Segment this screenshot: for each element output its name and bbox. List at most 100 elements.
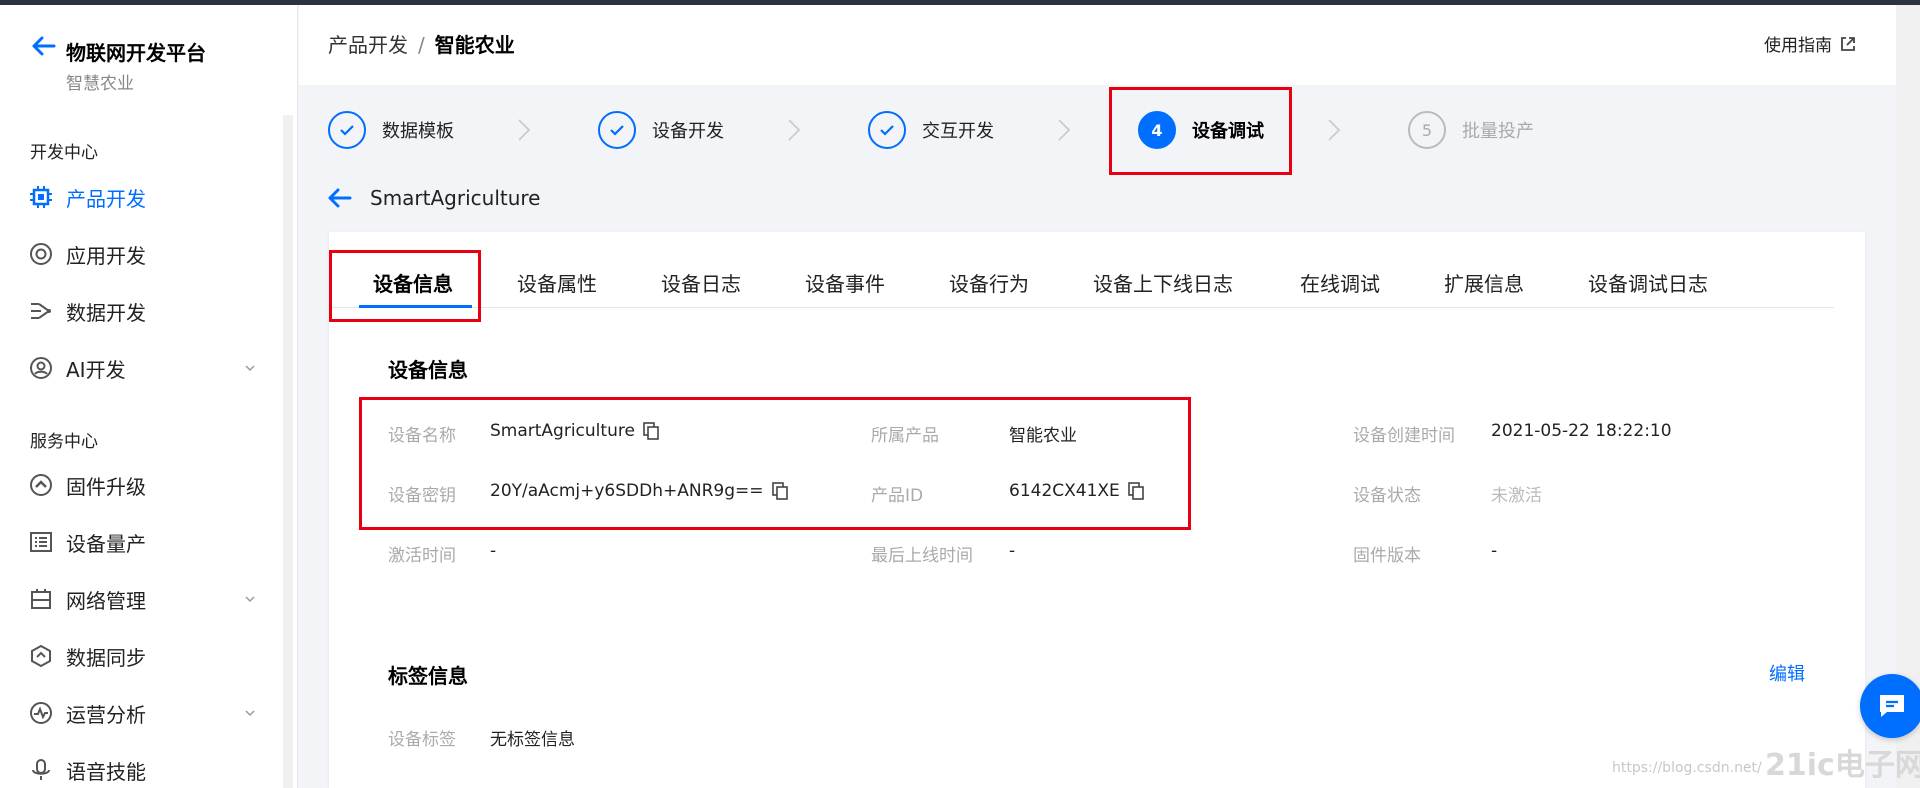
value-text: 2021-05-22 18:22:10: [1491, 421, 1672, 441]
step-label: 交互开发: [922, 121, 994, 142]
edit-tags-button[interactable]: 编辑: [1769, 660, 1805, 686]
sidebar-item-voice[interactable]: 语音技能: [28, 750, 256, 788]
tab-device-events[interactable]: 设备事件: [805, 268, 885, 297]
check-icon: [868, 111, 906, 149]
label-activation-time: 激活时间: [388, 546, 456, 566]
sidebar-item-ai-dev[interactable]: AI开发: [28, 348, 256, 388]
step-label: 数据模板: [382, 121, 454, 142]
label-device-status: 设备状态: [1353, 486, 1421, 506]
sidebar-item-label: 网络管理: [66, 588, 146, 613]
check-icon: [598, 111, 636, 149]
highlight-box-step: [1109, 87, 1292, 175]
sidebar-item-data-sync[interactable]: 数据同步: [28, 636, 256, 676]
breadcrumb-parent[interactable]: 产品开发: [328, 33, 408, 57]
breadcrumb-separator: /: [418, 33, 425, 57]
label-last-online-time: 最后上线时间: [871, 546, 973, 566]
value-last-online-time: -: [1009, 541, 1015, 561]
analytics-icon: [28, 700, 54, 726]
back-arrow-icon[interactable]: [326, 187, 352, 209]
watermark-logo: 21ic电子网: [1765, 748, 1920, 783]
guide-link[interactable]: 使用指南: [1764, 31, 1856, 56]
value-text: -: [490, 541, 497, 561]
tab-device-actions[interactable]: 设备行为: [949, 268, 1029, 297]
value-activation-time: -: [490, 541, 496, 561]
step-number: 5: [1408, 111, 1446, 149]
sidebar-item-label: 数据同步: [66, 645, 146, 670]
step-device-dev[interactable]: 设备开发: [598, 110, 724, 150]
chevron-right-icon: [1328, 119, 1341, 141]
tab-bar: 设备信息 设备属性 设备日志 设备事件 设备行为 设备上下线日志 在线调试 扩展…: [329, 266, 1834, 308]
sidebar-item-firmware[interactable]: 固件升级: [28, 465, 256, 505]
step-bar: 数据模板 设备开发 交互开发 4 设备调试 5 批量投产: [299, 85, 1896, 175]
status-badge: 未激活: [1491, 486, 1542, 506]
chat-icon: [1880, 695, 1904, 717]
value-created-time: 2021-05-22 18:22:10: [1491, 421, 1672, 441]
sidebar-item-network[interactable]: 网络管理: [28, 579, 256, 619]
step-label: 批量投产: [1462, 121, 1534, 142]
chevron-down-icon: [245, 365, 255, 372]
value-text: -: [1491, 541, 1498, 561]
breadcrumb: 产品开发 / 智能农业: [328, 29, 515, 58]
sidebar-item-label: 应用开发: [66, 243, 146, 268]
tab-debug-logs[interactable]: 设备调试日志: [1588, 268, 1708, 297]
chevron-down-icon: [245, 596, 255, 603]
check-icon: [328, 111, 366, 149]
network-icon: [28, 586, 54, 612]
value-device-tags: 无标签信息: [490, 725, 575, 750]
sidebar-item-data-dev[interactable]: 数据开发: [28, 291, 256, 331]
sidebar-item-label: 产品开发: [66, 186, 146, 211]
section-service-center: 服务中心: [30, 432, 98, 452]
chat-button[interactable]: [1860, 674, 1920, 738]
chevron-down-icon: [245, 710, 255, 717]
sidebar-item-label: 语音技能: [66, 759, 146, 784]
sync-icon: [28, 643, 54, 669]
value-text: 无标签信息: [490, 730, 575, 750]
sidebar-item-analytics[interactable]: 运营分析: [28, 693, 256, 733]
sidebar-item-label: 固件升级: [66, 474, 146, 499]
chip-icon: [28, 184, 54, 210]
platform-subtitle: 智慧农业: [66, 74, 134, 94]
step-mass-production[interactable]: 5 批量投产: [1408, 110, 1534, 150]
chevron-right-icon: [1058, 119, 1071, 141]
tab-extended-info[interactable]: 扩展信息: [1444, 268, 1524, 297]
highlight-box-credentials: [359, 397, 1191, 530]
step-label: 设备开发: [652, 121, 724, 142]
value-firmware-version: -: [1491, 541, 1497, 561]
value-text: -: [1009, 541, 1016, 561]
firmware-icon: [28, 472, 54, 498]
sidebar-item-mass-production[interactable]: 设备量产: [28, 522, 256, 562]
list-icon: [28, 529, 54, 555]
highlight-box-tab: [329, 250, 481, 322]
app-icon: [28, 241, 54, 267]
breadcrumb-current: 智能农业: [434, 33, 515, 57]
sidebar-item-label: 设备量产: [66, 531, 146, 556]
sidebar-item-product-dev[interactable]: 产品开发: [28, 177, 256, 217]
chevron-right-icon: [788, 119, 801, 141]
device-title-bar: SmartAgriculture: [326, 186, 541, 210]
page-header: 产品开发 / 智能农业 使用指南: [299, 5, 1896, 85]
tab-online-debug[interactable]: 在线调试: [1300, 268, 1380, 297]
sidebar-scrollbar[interactable]: [283, 115, 293, 788]
tab-device-logs[interactable]: 设备日志: [661, 268, 741, 297]
section-title-device-info: 设备信息: [388, 358, 468, 382]
external-link-icon: [1841, 36, 1855, 51]
page-scrollbar[interactable]: [1896, 5, 1920, 788]
step-data-template[interactable]: 数据模板: [328, 110, 454, 150]
step-interaction-dev[interactable]: 交互开发: [868, 110, 994, 150]
sidebar-item-app-dev[interactable]: 应用开发: [28, 234, 256, 274]
watermark-url: https://blog.csdn.net/: [1612, 760, 1762, 776]
platform-title: 物联网开发平台: [66, 41, 206, 65]
label-firmware-version: 固件版本: [1353, 546, 1421, 566]
ai-icon: [28, 355, 54, 381]
device-name: SmartAgriculture: [370, 186, 541, 210]
section-title-tags: 标签信息: [388, 664, 468, 688]
label-created-time: 设备创建时间: [1353, 426, 1455, 446]
tab-online-offline-logs[interactable]: 设备上下线日志: [1093, 268, 1233, 297]
tab-device-properties[interactable]: 设备属性: [517, 268, 597, 297]
data-flow-icon: [28, 298, 54, 324]
back-arrow-icon[interactable]: [30, 35, 56, 57]
chevron-right-icon: [518, 119, 531, 141]
sidebar-item-label: 运营分析: [66, 702, 146, 727]
sidebar-item-label: AI开发: [66, 357, 126, 382]
voice-icon: [28, 757, 54, 783]
